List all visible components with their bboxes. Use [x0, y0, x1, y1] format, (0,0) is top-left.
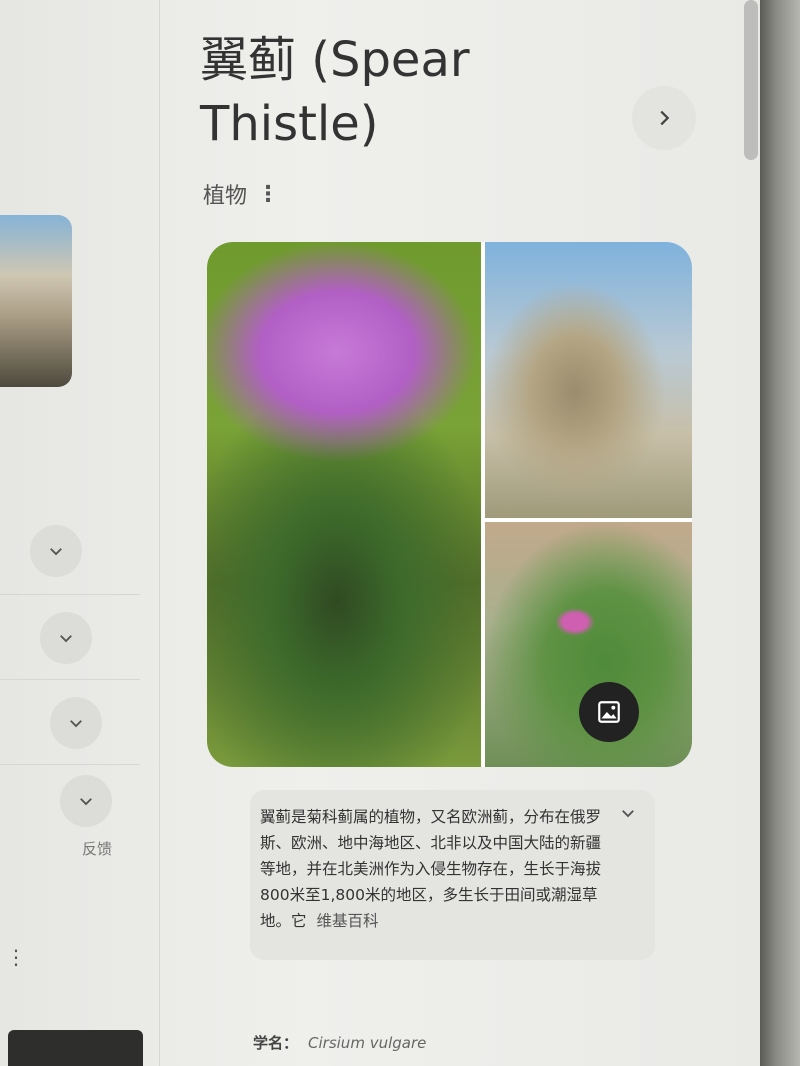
expand-row-2 [0, 600, 140, 680]
chevron-down-icon [50, 548, 62, 556]
expand-button-1[interactable] [30, 525, 82, 577]
image-icon [598, 701, 620, 723]
scientific-name-value: Cirsium vulgare [308, 1034, 427, 1052]
expand-row-1 [0, 515, 140, 595]
expand-row-4 [0, 765, 140, 845]
gallery-image-main[interactable] [207, 242, 481, 767]
scrollbar-thumb[interactable] [744, 0, 758, 160]
description-text: 翼蓟是菊科蓟属的植物，又名欧洲蓟，分布在俄罗斯、欧洲、地中海地区、北非以及中国大… [260, 808, 602, 930]
left-results-column: 反馈 ⋮ [0, 0, 160, 1066]
expand-button-2[interactable] [40, 612, 92, 664]
left-dark-tile[interactable] [8, 1030, 143, 1066]
next-button[interactable] [632, 86, 696, 150]
expand-button-3[interactable] [50, 697, 102, 749]
gallery-image-top-right[interactable] [485, 242, 692, 518]
chevron-down-icon [70, 720, 82, 728]
browser-screen: 反馈 ⋮ 翼蓟 (Spear Thistle) 植物 ⋮ 翼蓟是菊科蓟属的植物，… [0, 0, 760, 1066]
feedback-link[interactable]: 反馈 [82, 838, 112, 859]
scientific-name-label: 学名： [253, 1034, 299, 1052]
chevron-down-icon [80, 798, 92, 806]
more-vert-icon[interactable]: ⋮ [6, 945, 26, 969]
more-vert-icon[interactable]: ⋮ [257, 182, 279, 207]
description-card: 翼蓟是菊科蓟属的植物，又名欧洲蓟，分布在俄罗斯、欧洲、地中海地区、北非以及中国大… [250, 790, 655, 960]
expand-row-3 [0, 685, 140, 765]
entity-title: 翼蓟 (Spear Thistle) [200, 32, 470, 152]
image-gallery [207, 242, 692, 767]
expand-button-4[interactable] [60, 775, 112, 827]
description-text-block: 翼蓟是菊科蓟属的植物，又名欧洲蓟，分布在俄罗斯、欧洲、地中海地区、北非以及中国大… [260, 804, 615, 934]
chevron-right-icon [660, 110, 670, 126]
description-source-link[interactable]: 维基百科 [317, 912, 379, 930]
chevron-down-icon [60, 635, 72, 643]
left-thumbnail-image[interactable] [0, 215, 72, 387]
entity-category: 植物 [203, 184, 248, 209]
entity-category-row: 植物 ⋮ [203, 178, 279, 210]
scientific-name-row: 学名： Cirsium vulgare [253, 1032, 426, 1053]
more-images-button[interactable] [579, 682, 639, 742]
monitor-bezel [760, 0, 800, 1066]
chevron-down-icon[interactable] [619, 804, 637, 822]
